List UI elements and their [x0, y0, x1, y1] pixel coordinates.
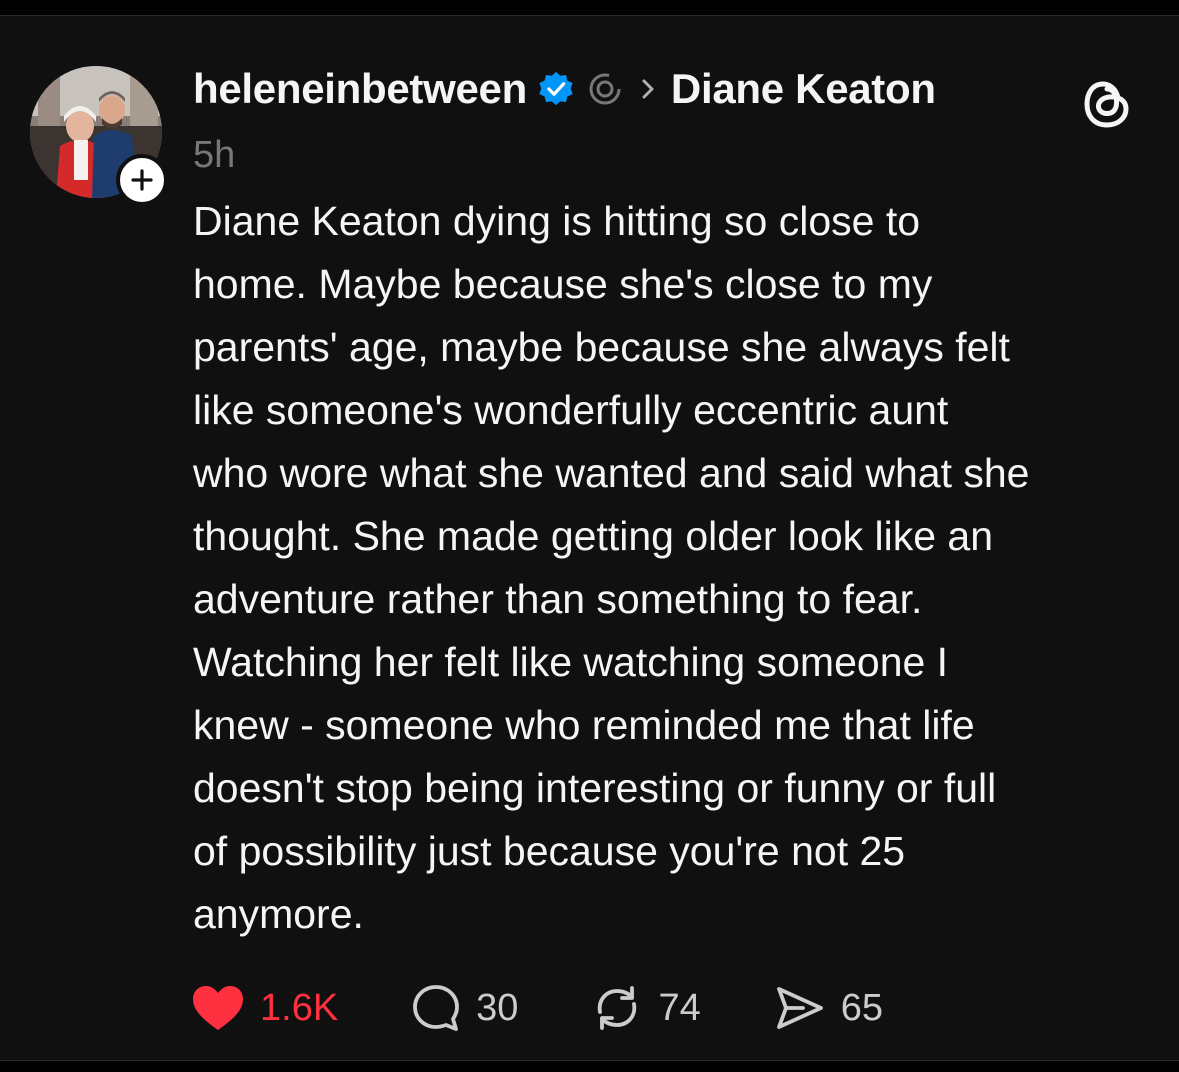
- topic-tag[interactable]: Diane Keaton: [671, 65, 936, 113]
- ring-icon: [589, 73, 621, 105]
- plus-icon: [131, 169, 153, 191]
- thread-post[interactable]: heleneinbetween Diane Keaton 5h Diane Ke…: [0, 15, 1179, 1061]
- comment-icon: [413, 985, 460, 1031]
- heart-icon: [193, 986, 243, 1030]
- repost-button[interactable]: 74: [590, 982, 701, 1034]
- reply-button[interactable]: 30: [410, 982, 518, 1034]
- chevron-right-icon: [642, 79, 654, 99]
- post-time: 5h: [193, 134, 236, 176]
- post-header: heleneinbetween Diane Keaton: [193, 59, 936, 119]
- repost-icon: [598, 986, 637, 1030]
- threads-logo-icon[interactable]: [1082, 76, 1132, 132]
- username[interactable]: heleneinbetween: [193, 65, 527, 113]
- repost-count: 74: [658, 986, 701, 1029]
- avatar-container[interactable]: [30, 66, 168, 206]
- like-button[interactable]: 1.6K: [190, 983, 338, 1033]
- share-button[interactable]: 65: [773, 982, 883, 1034]
- share-count: 65: [840, 986, 884, 1029]
- send-icon: [776, 987, 823, 1029]
- action-bar: 1.6K 30 74 65: [190, 976, 955, 1040]
- post-body: Diane Keaton dying is hitting so close t…: [193, 198, 1030, 937]
- reply-count: 30: [476, 986, 519, 1029]
- verified-badge-icon: [539, 71, 573, 106]
- like-count: 1.6K: [260, 986, 339, 1029]
- follow-button[interactable]: [116, 154, 168, 206]
